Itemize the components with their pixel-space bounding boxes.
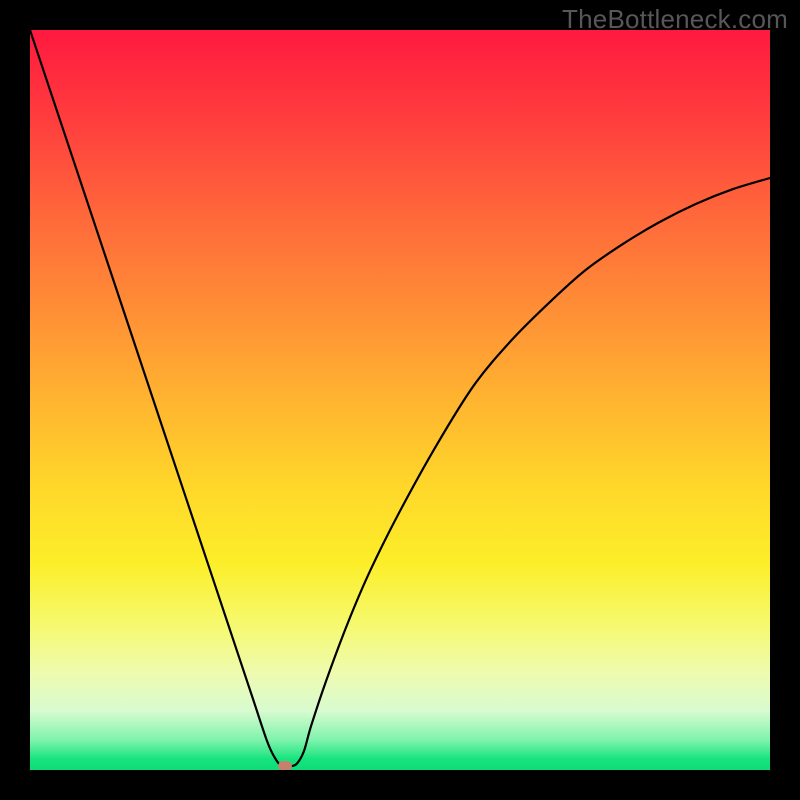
minimum-marker [278, 761, 292, 770]
plot-area [30, 30, 770, 770]
chart-frame: TheBottleneck.com [0, 0, 800, 800]
watermark-text: TheBottleneck.com [562, 4, 788, 35]
bottleneck-curve [30, 30, 770, 770]
